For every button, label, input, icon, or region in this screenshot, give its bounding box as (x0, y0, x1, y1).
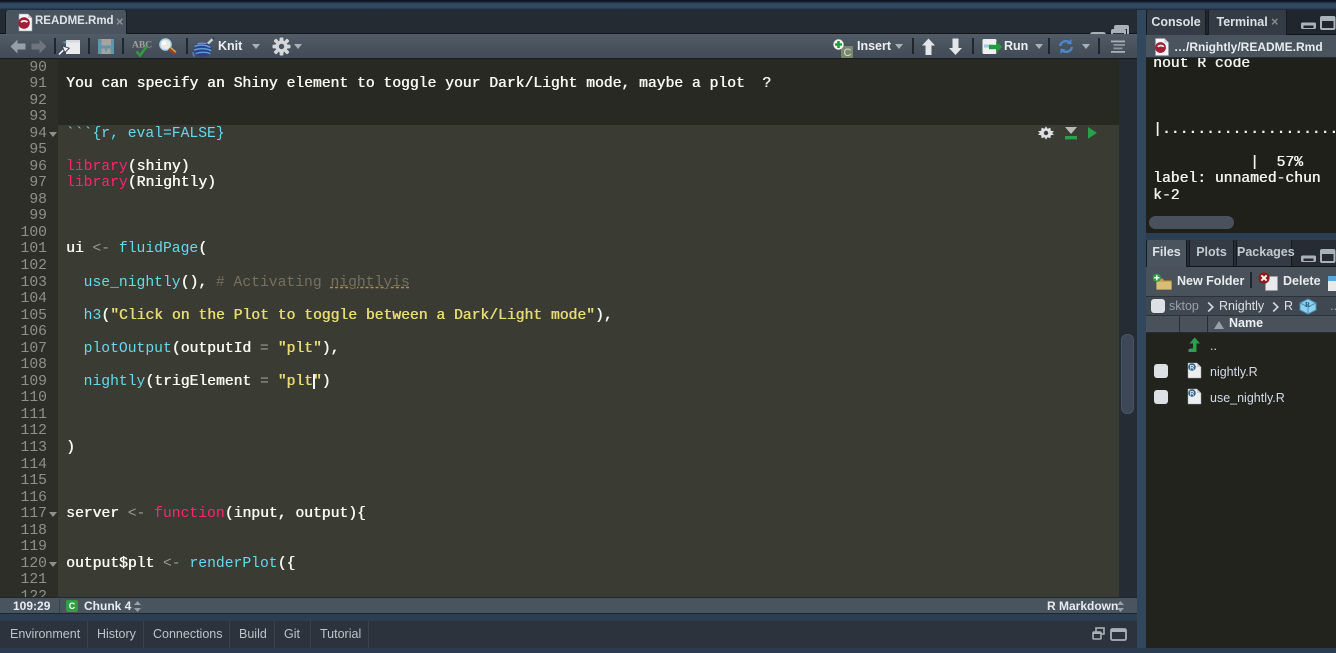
svg-text:R: R (1190, 366, 1195, 372)
svg-text:C: C (844, 47, 852, 59)
svg-text:ABC: ABC (132, 41, 152, 51)
svg-text:R: R (1190, 392, 1195, 398)
